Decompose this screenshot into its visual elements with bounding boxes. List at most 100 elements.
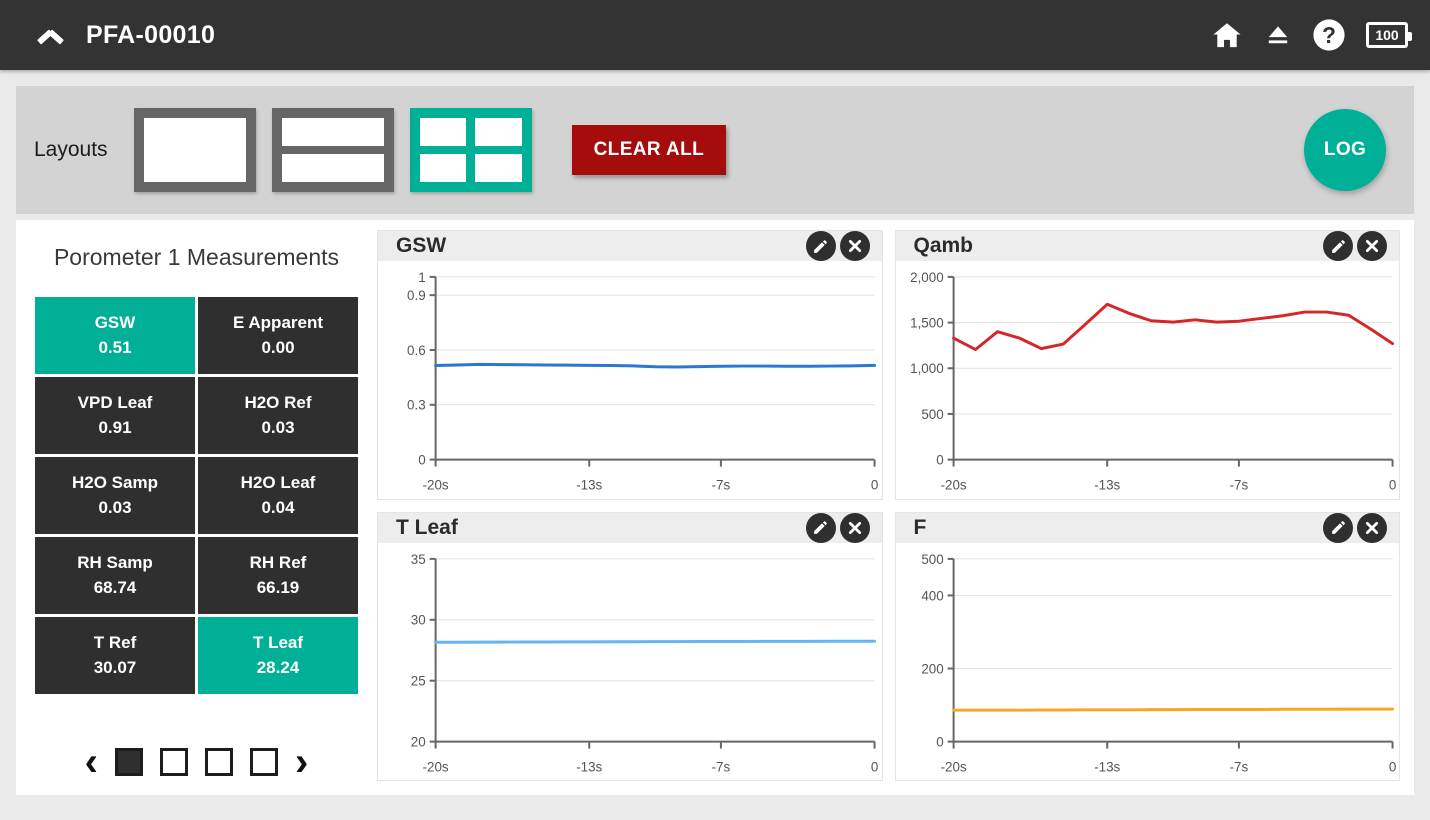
top-bar-left-group: PFA-00010 bbox=[38, 21, 215, 50]
measurement-tile-value: 28.24 bbox=[256, 658, 300, 677]
measurement-tile[interactable]: E Apparent 0.00 bbox=[198, 297, 358, 374]
measurement-tile[interactable]: T Leaf 28.24 bbox=[198, 617, 358, 694]
svg-text:-7s: -7s bbox=[1229, 477, 1248, 492]
measurement-pager: ‹ › bbox=[30, 716, 363, 782]
pencil-icon[interactable] bbox=[1323, 231, 1353, 261]
measurement-tile-value: 30.07 bbox=[93, 658, 137, 677]
svg-text:-20s: -20s bbox=[423, 759, 449, 774]
measurement-tile[interactable]: T Ref 30.07 bbox=[35, 617, 195, 694]
layout-pane bbox=[475, 154, 522, 182]
pager-page-1[interactable] bbox=[115, 748, 143, 776]
layouts-toolbar: Layouts CLEAR ALL LOG bbox=[16, 86, 1414, 214]
chart-plot-area: 0 0.3 0.6 0.9 1 -20s -13s -7s 0 bbox=[378, 261, 882, 499]
svg-text:0: 0 bbox=[936, 734, 943, 749]
svg-text:30: 30 bbox=[411, 612, 426, 627]
svg-text:-13s: -13s bbox=[576, 477, 602, 492]
measurement-tile-label: H2O Leaf bbox=[240, 473, 316, 492]
svg-text:25: 25 bbox=[411, 673, 426, 688]
pager-page-2[interactable] bbox=[160, 748, 188, 776]
pencil-icon[interactable] bbox=[805, 512, 836, 543]
measurements-title: Porometer 1 Measurements bbox=[53, 244, 340, 270]
chart-plot-area: 0 500 1,000 1,500 2,000 -20s -13s -7s 0 bbox=[896, 261, 1400, 499]
chart-title: T Leaf bbox=[396, 515, 458, 539]
measurement-tile[interactable]: H2O Leaf 0.04 bbox=[198, 457, 358, 534]
svg-text:0.3: 0.3 bbox=[407, 398, 426, 413]
svg-text:0: 0 bbox=[1388, 759, 1395, 774]
pencil-icon[interactable] bbox=[1323, 512, 1353, 543]
pager-page-4[interactable] bbox=[250, 748, 278, 776]
home-icon[interactable] bbox=[1210, 20, 1244, 51]
svg-text:0: 0 bbox=[871, 759, 878, 774]
log-button[interactable]: LOG bbox=[1304, 109, 1386, 191]
svg-text:1: 1 bbox=[418, 270, 425, 285]
measurement-tile-value: 66.19 bbox=[256, 578, 300, 597]
measurement-tile-label: RH Samp bbox=[77, 553, 153, 572]
svg-text:-13s: -13s bbox=[1094, 477, 1120, 492]
close-icon[interactable] bbox=[1357, 231, 1387, 261]
svg-text:0: 0 bbox=[1388, 477, 1395, 492]
svg-text:-7s: -7s bbox=[712, 759, 731, 774]
measurement-tile-label: T Ref bbox=[93, 633, 137, 652]
chart-title: F bbox=[913, 515, 927, 539]
layout-quad-button[interactable] bbox=[409, 108, 532, 192]
svg-text:-20s: -20s bbox=[423, 477, 449, 492]
layout-pane bbox=[475, 118, 522, 146]
svg-text:500: 500 bbox=[921, 551, 943, 566]
svg-text:35: 35 bbox=[411, 551, 426, 566]
measurement-tile[interactable]: GSW 0.51 bbox=[35, 297, 195, 374]
chart-card: GSW 0 0.3 0.6 0.9 1 -20s -13s -7s 0 bbox=[377, 230, 883, 500]
layout-pane-row bbox=[419, 154, 522, 182]
eject-icon[interactable] bbox=[1264, 22, 1292, 48]
svg-text:200: 200 bbox=[921, 661, 943, 676]
measurement-tile[interactable]: RH Ref 66.19 bbox=[198, 537, 358, 614]
chart-card: T Leaf 20 25 30 35 -20s -13s -7s 0 bbox=[377, 511, 883, 781]
measurement-tile[interactable]: H2O Samp 0.03 bbox=[35, 457, 195, 534]
pager-page-3[interactable] bbox=[205, 748, 233, 776]
layout-two-rows-button[interactable] bbox=[271, 108, 394, 192]
chart-title: Qamb bbox=[913, 234, 974, 257]
chevron-right-icon[interactable]: › bbox=[295, 742, 308, 782]
close-icon[interactable] bbox=[839, 231, 870, 261]
svg-text:20: 20 bbox=[411, 734, 426, 749]
layout-pane bbox=[143, 118, 246, 182]
layout-pane-row bbox=[419, 118, 522, 146]
main-content-card: Porometer 1 Measurements GSW 0.51 E Appare… bbox=[16, 220, 1414, 795]
chevron-up-icon[interactable] bbox=[38, 27, 64, 43]
chart-card: F 0 200 400 500 -20s -13s -7s 0 bbox=[894, 511, 1400, 781]
chart-header: Qamb bbox=[895, 231, 1399, 261]
clear-all-button[interactable]: CLEAR ALL bbox=[571, 125, 727, 175]
chart-header-buttons bbox=[1323, 512, 1387, 543]
measurement-tile-label: GSW bbox=[94, 313, 136, 332]
svg-text:0: 0 bbox=[936, 453, 943, 468]
close-icon[interactable] bbox=[1357, 512, 1387, 543]
measurement-tile[interactable]: H2O Ref 0.03 bbox=[198, 377, 358, 454]
chart-header: F bbox=[895, 512, 1399, 543]
svg-text:1,000: 1,000 bbox=[910, 361, 944, 376]
app-top-bar: PFA-00010 ? 100 bbox=[0, 0, 1430, 70]
svg-text:-7s: -7s bbox=[712, 477, 731, 492]
pencil-icon[interactable] bbox=[805, 231, 836, 261]
chevron-left-icon[interactable]: ‹ bbox=[85, 742, 98, 782]
close-icon[interactable] bbox=[839, 512, 870, 543]
chart-header-buttons bbox=[1323, 231, 1387, 261]
measurement-tile-label: H2O Ref bbox=[244, 393, 312, 412]
battery-level-label: 100 bbox=[1375, 27, 1399, 43]
chart-header: T Leaf bbox=[378, 512, 882, 543]
measurement-tile[interactable]: VPD Leaf 0.91 bbox=[35, 377, 195, 454]
measurement-tile-value: 0.03 bbox=[261, 418, 295, 437]
layout-pane bbox=[281, 118, 384, 146]
chart-plot-area: 0 200 400 500 -20s -13s -7s 0 bbox=[896, 543, 1400, 781]
svg-text:500: 500 bbox=[921, 407, 943, 422]
svg-text:-13s: -13s bbox=[576, 759, 602, 774]
help-icon[interactable]: ? bbox=[1312, 18, 1346, 52]
svg-text:0.6: 0.6 bbox=[407, 343, 426, 358]
svg-text:0: 0 bbox=[418, 453, 425, 468]
chart-card: Qamb 0 500 1,000 1,500 2,000 -20s -13s -7s 0 bbox=[894, 230, 1400, 500]
measurement-tile[interactable]: RH Samp 68.74 bbox=[35, 537, 195, 614]
layout-pane bbox=[419, 154, 467, 182]
layout-single-button[interactable] bbox=[133, 108, 256, 192]
svg-text:?: ? bbox=[1322, 22, 1336, 48]
layouts-label: Layouts bbox=[34, 138, 108, 161]
chart-header-buttons bbox=[805, 512, 870, 543]
measurement-tile-label: VPD Leaf bbox=[77, 393, 153, 412]
